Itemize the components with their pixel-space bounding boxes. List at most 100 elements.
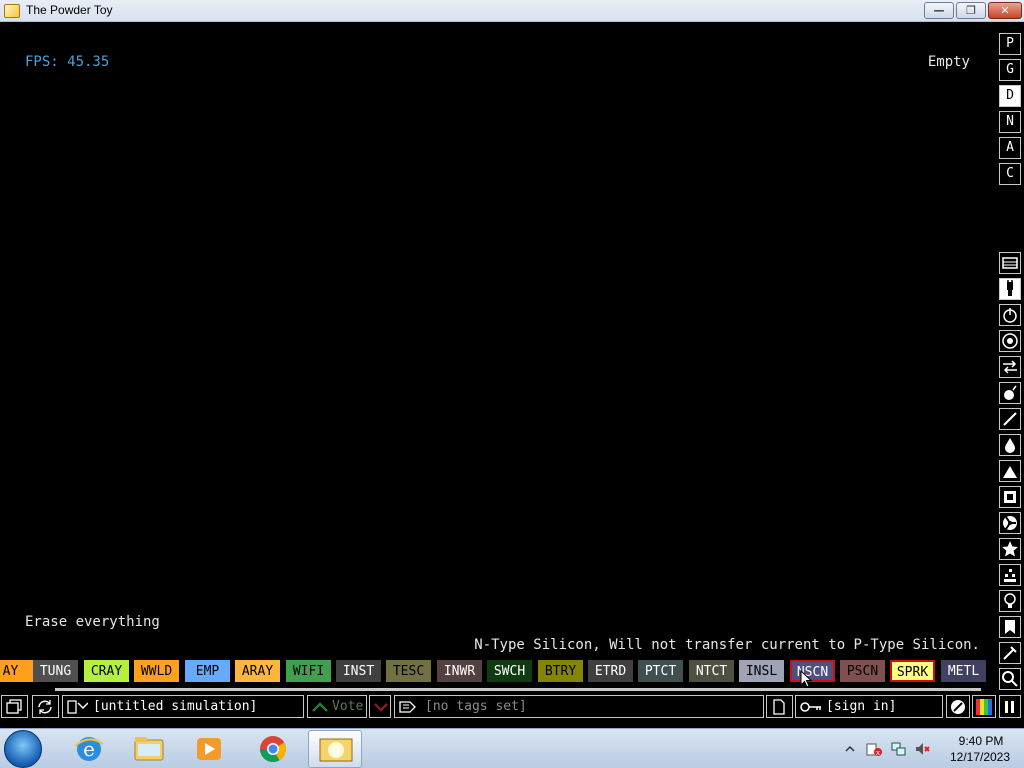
search-icon bbox=[1002, 671, 1018, 687]
clock-date[interactable]: 12/17/2023 bbox=[940, 750, 1020, 764]
taskbar-file-explorer[interactable] bbox=[122, 730, 176, 768]
chrome-icon bbox=[259, 736, 287, 763]
element-button-etrd[interactable]: ETRD bbox=[588, 660, 633, 682]
tags-text: [no tags set] bbox=[425, 699, 527, 714]
action-center-icon[interactable]: x bbox=[866, 741, 882, 757]
category-special[interactable] bbox=[999, 538, 1021, 560]
life-icon bbox=[1004, 569, 1016, 582]
category-tools[interactable] bbox=[999, 642, 1021, 664]
color-spectrum-icon bbox=[976, 699, 992, 715]
bottom-toolbar: [untitled simulation] Vote [no tags set]… bbox=[0, 694, 1024, 719]
category-explosives[interactable] bbox=[999, 382, 1021, 404]
category-favorites[interactable] bbox=[999, 616, 1021, 638]
new-simulation-button[interactable] bbox=[766, 695, 793, 718]
minimize-button[interactable]: — bbox=[924, 2, 954, 19]
category-sensors[interactable] bbox=[999, 330, 1021, 352]
show-hidden-icons-icon[interactable] bbox=[844, 743, 856, 755]
element-description: N-Type Silicon, Will not transfer curren… bbox=[474, 637, 980, 653]
start-button[interactable] bbox=[4, 730, 42, 768]
element-button-tesc[interactable]: TESC bbox=[386, 660, 431, 682]
element-button-swch[interactable]: SWCH bbox=[487, 660, 532, 682]
tags-button[interactable]: [no tags set] bbox=[394, 695, 764, 718]
thumbs-down-icon bbox=[374, 703, 388, 712]
close-icon: ✕ bbox=[1000, 4, 1010, 17]
element-button-ptct[interactable]: PTCT bbox=[638, 660, 683, 682]
special-icon bbox=[1002, 541, 1018, 557]
element-button-pscn[interactable]: PSCN bbox=[840, 660, 885, 682]
save-icon bbox=[67, 700, 88, 714]
pause-button[interactable] bbox=[999, 695, 1021, 718]
volume-muted-icon[interactable] bbox=[914, 741, 930, 757]
category-gases[interactable] bbox=[999, 408, 1021, 430]
search-button[interactable] bbox=[999, 668, 1021, 690]
element-button-tung[interactable]: TUNG bbox=[33, 660, 78, 682]
category-force[interactable] bbox=[999, 356, 1021, 378]
clock-time[interactable]: 9:40 PM bbox=[946, 734, 1016, 748]
mode-button-g[interactable]: G bbox=[999, 59, 1021, 81]
mode-button-a[interactable]: A bbox=[999, 137, 1021, 159]
fps-readout: FPS: 45.35 bbox=[25, 54, 110, 70]
category-radioactive[interactable] bbox=[999, 512, 1021, 534]
taskbar-chrome[interactable] bbox=[246, 730, 300, 768]
category-powered[interactable] bbox=[999, 278, 1021, 300]
sign-in-button[interactable]: [sign in] bbox=[795, 695, 943, 718]
category-powders[interactable] bbox=[999, 460, 1021, 482]
taskbar-powder-toy[interactable] bbox=[308, 730, 362, 768]
force-icon bbox=[1003, 360, 1017, 374]
element-button-cray[interactable]: CRAY bbox=[84, 660, 129, 682]
mode-button-n[interactable]: N bbox=[999, 111, 1021, 133]
element-button-insl[interactable]: INSL bbox=[739, 660, 784, 682]
open-save-button[interactable] bbox=[1, 695, 28, 718]
reload-button[interactable] bbox=[32, 695, 59, 718]
mode-button-d[interactable]: D bbox=[999, 85, 1021, 107]
close-button[interactable]: ✕ bbox=[988, 2, 1022, 19]
simulation-canvas[interactable] bbox=[0, 23, 995, 653]
sign-in-label: [sign in] bbox=[826, 699, 897, 714]
element-button-wwld[interactable]: WWLD bbox=[134, 660, 179, 682]
category-electronics[interactable] bbox=[999, 304, 1021, 326]
category-life[interactable] bbox=[999, 564, 1021, 586]
settings-button[interactable] bbox=[946, 695, 970, 718]
lamp-icon bbox=[1004, 593, 1016, 608]
element-button-btry[interactable]: BTRY bbox=[538, 660, 583, 682]
element-button-nscn[interactable]: NSCN bbox=[790, 660, 835, 682]
restore-button[interactable]: ❐ bbox=[956, 2, 986, 19]
file-explorer-icon bbox=[134, 737, 164, 761]
category-lights[interactable] bbox=[999, 590, 1021, 612]
taskbar-media-player[interactable] bbox=[182, 730, 236, 768]
vote-label: Vote bbox=[332, 699, 364, 714]
element-button-sprk[interactable]: SPRK bbox=[890, 660, 935, 682]
element-button-aray[interactable]: ARAY bbox=[235, 660, 280, 682]
element-button-wifi[interactable]: WIFI bbox=[286, 660, 331, 682]
network-icon[interactable] bbox=[890, 741, 906, 757]
vote-up-button[interactable]: Vote bbox=[307, 695, 367, 718]
powder-icon bbox=[1003, 466, 1017, 478]
internet-explorer-icon: e bbox=[74, 737, 104, 761]
liquid-icon bbox=[1005, 438, 1015, 453]
restore-icon: ❐ bbox=[966, 4, 976, 17]
windows-taskbar: e x 9:40 PM 12/17/2023 bbox=[0, 728, 1024, 768]
hover-info: Empty bbox=[927, 54, 970, 70]
category-liquids[interactable] bbox=[999, 434, 1021, 456]
element-scrollbar[interactable] bbox=[55, 688, 981, 691]
sim-options-button[interactable] bbox=[999, 252, 1021, 274]
mode-button-c[interactable]: C bbox=[999, 163, 1021, 185]
element-button-ay[interactable]: AY bbox=[0, 660, 33, 682]
sensor-icon bbox=[1002, 333, 1018, 349]
reload-icon bbox=[38, 700, 52, 714]
renderer-button[interactable] bbox=[972, 695, 996, 718]
element-button-metl[interactable]: METL bbox=[941, 660, 986, 682]
taskbar-internet-explorer[interactable]: e bbox=[62, 730, 116, 768]
media-player-icon bbox=[197, 738, 221, 760]
element-palette: AY TUNG CRAY WWLD EMP ARAY WIFI INST TESC INWR SWC… bbox=[0, 658, 990, 684]
element-button-inwr[interactable]: INWR bbox=[437, 660, 482, 682]
vote-down-button[interactable] bbox=[369, 695, 391, 718]
save-simulation-button[interactable]: [untitled simulation] bbox=[62, 695, 304, 718]
category-solids[interactable] bbox=[999, 486, 1021, 508]
element-button-inst[interactable]: INST bbox=[336, 660, 381, 682]
element-button-ntct[interactable]: NTCT bbox=[689, 660, 734, 682]
powered-icon bbox=[1007, 280, 1013, 296]
mode-button-p[interactable]: P bbox=[999, 33, 1021, 55]
element-button-emp[interactable]: EMP bbox=[185, 660, 230, 682]
powder-toy-icon bbox=[319, 738, 353, 762]
